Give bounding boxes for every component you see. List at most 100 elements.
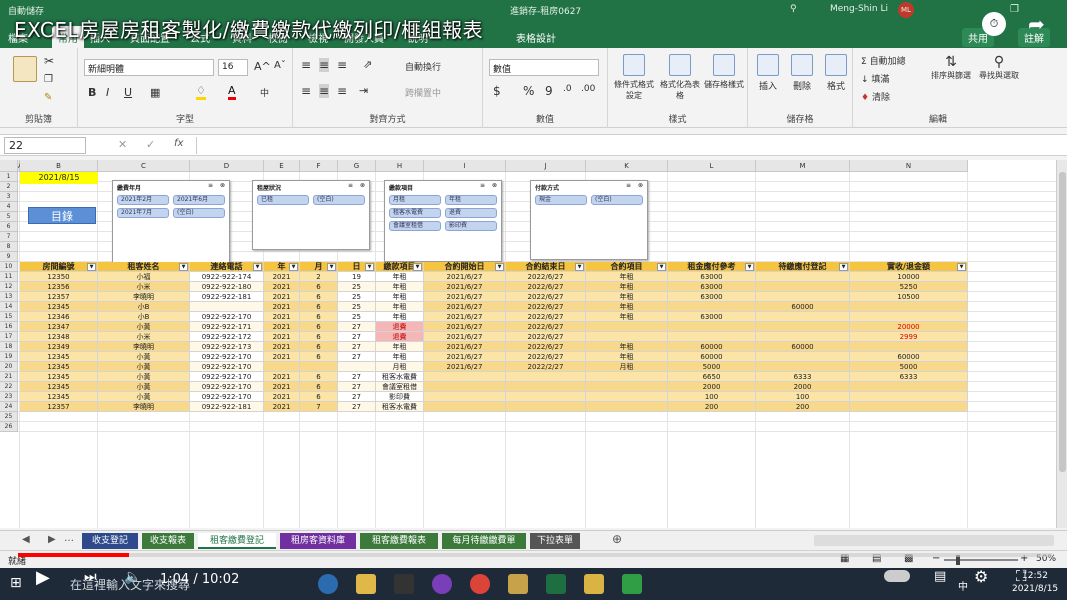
table-cell[interactable]: 小黃 bbox=[98, 362, 190, 372]
table-cell[interactable]: 0922-922-170 bbox=[190, 382, 264, 392]
table-cell[interactable]: 2021 bbox=[264, 372, 300, 382]
table-cell[interactable]: 2021/6/27 bbox=[424, 292, 506, 302]
column-header[interactable]: C bbox=[98, 160, 190, 172]
table-cell[interactable]: 6 bbox=[300, 322, 338, 332]
table-cell[interactable]: 5250 bbox=[850, 282, 968, 292]
vertical-scroll-thumb[interactable] bbox=[1059, 172, 1066, 472]
currency-button[interactable]: $ bbox=[493, 84, 501, 98]
table-cell[interactable]: 2021 bbox=[264, 302, 300, 312]
copy-icon[interactable]: ❐ bbox=[44, 74, 53, 85]
table-cell[interactable]: 租客水電費 bbox=[376, 402, 424, 412]
sheet-tab[interactable]: 每月待繳繳費單 bbox=[442, 533, 526, 549]
table-cell[interactable]: 租客水電費 bbox=[376, 372, 424, 382]
table-cell[interactable]: 李曉明 bbox=[98, 402, 190, 412]
table-header-cell[interactable]: 待繳應付登記 bbox=[756, 262, 850, 272]
cell-styles-button[interactable]: 儲存格樣式 bbox=[702, 54, 746, 90]
slicer-item[interactable]: 退費 bbox=[445, 208, 497, 218]
table-cell[interactable]: 63000 bbox=[668, 282, 756, 292]
table-cell[interactable]: 小B bbox=[98, 302, 190, 312]
table-cell[interactable]: 2 bbox=[300, 272, 338, 282]
table-cell[interactable]: 2021 bbox=[264, 272, 300, 282]
percent-button[interactable]: % bbox=[523, 84, 534, 98]
table-cell[interactable]: 2021 bbox=[264, 342, 300, 352]
table-cell[interactable]: 0922-922-181 bbox=[190, 402, 264, 412]
filter-dropdown-icon[interactable]: ▼ bbox=[327, 263, 336, 271]
table-cell[interactable]: 2022/2/27 bbox=[506, 362, 586, 372]
insert-button[interactable]: 插入 bbox=[752, 54, 784, 92]
table-cell[interactable] bbox=[668, 302, 756, 312]
volume-icon[interactable]: 🔈 bbox=[124, 569, 141, 585]
table-cell[interactable]: 7 bbox=[300, 402, 338, 412]
table-cell[interactable]: 6 bbox=[300, 342, 338, 352]
table-cell[interactable]: 100 bbox=[668, 392, 756, 402]
slicer-panel[interactable]: 付款方式 ≡ ⊗ 現金 (空白) bbox=[530, 180, 648, 260]
table-cell[interactable] bbox=[850, 342, 968, 352]
table-cell[interactable]: 6 bbox=[300, 372, 338, 382]
table-cell[interactable]: 年租 bbox=[376, 272, 424, 282]
row-header[interactable]: 12 bbox=[0, 282, 18, 292]
table-cell[interactable]: 年租 bbox=[586, 292, 668, 302]
slicer-item[interactable]: (空白) bbox=[591, 195, 643, 205]
font-name-select[interactable]: 新細明體 bbox=[84, 59, 214, 76]
table-cell[interactable] bbox=[424, 392, 506, 402]
name-box[interactable]: 22 bbox=[4, 137, 86, 154]
table-cell[interactable]: 2022/6/27 bbox=[506, 282, 586, 292]
table-cell[interactable]: 200 bbox=[756, 402, 850, 412]
cancel-icon[interactable]: ✕ bbox=[118, 138, 127, 151]
row-header[interactable]: 11 bbox=[0, 272, 18, 282]
date-cell[interactable]: 2021/8/15 bbox=[20, 172, 98, 184]
column-header[interactable]: I bbox=[424, 160, 506, 172]
table-cell[interactable]: 小黃 bbox=[98, 382, 190, 392]
table-cell[interactable]: 2021 bbox=[264, 382, 300, 392]
table-cell[interactable]: 月租 bbox=[376, 362, 424, 372]
table-cell[interactable]: 6 bbox=[300, 302, 338, 312]
row-header[interactable]: 16 bbox=[0, 322, 18, 332]
table-cell[interactable]: 25 bbox=[338, 312, 376, 322]
enter-icon[interactable]: ✓ bbox=[146, 138, 155, 151]
column-header[interactable]: M bbox=[756, 160, 850, 172]
row-header[interactable]: 2 bbox=[0, 182, 18, 192]
align-top-icon[interactable]: ≡ bbox=[301, 58, 311, 72]
sheet-tab[interactable]: 租房客資料庫 bbox=[280, 533, 356, 549]
next-sheet-icon[interactable]: ▶ bbox=[48, 534, 56, 545]
table-cell[interactable]: 2000 bbox=[756, 382, 850, 392]
table-cell[interactable]: 12345 bbox=[20, 392, 98, 402]
play-icon[interactable]: ▶ bbox=[36, 567, 50, 588]
formula-input[interactable] bbox=[196, 137, 1056, 154]
vertical-scrollbar[interactable] bbox=[1056, 160, 1067, 528]
table-cell[interactable]: 2022/6/27 bbox=[506, 272, 586, 282]
table-cell[interactable]: 2022/6/27 bbox=[506, 302, 586, 312]
row-header[interactable]: 19 bbox=[0, 352, 18, 362]
table-cell[interactable]: 李曉明 bbox=[98, 342, 190, 352]
conditional-format-button[interactable]: 條件式格式設定 bbox=[612, 54, 656, 101]
table-cell[interactable]: 會議室租借 bbox=[376, 382, 424, 392]
paste-button[interactable] bbox=[10, 56, 40, 85]
font-size-select[interactable]: 16 bbox=[218, 59, 248, 76]
table-cell[interactable] bbox=[756, 272, 850, 282]
table-cell[interactable]: 2022/6/27 bbox=[506, 322, 586, 332]
cut-icon[interactable]: ✂ bbox=[44, 54, 54, 68]
clear-filter-icon[interactable]: ⊗ bbox=[360, 182, 365, 189]
decrease-decimal-icon[interactable]: .00 bbox=[581, 84, 595, 94]
table-cell[interactable]: 年租 bbox=[586, 302, 668, 312]
table-cell[interactable]: 年租 bbox=[376, 302, 424, 312]
table-cell[interactable]: 2021/6/27 bbox=[424, 342, 506, 352]
table-cell[interactable]: 小黃 bbox=[98, 352, 190, 362]
worksheet-grid[interactable]: ABCDEFGHIJKLMN12345678910111213141516171… bbox=[0, 160, 1056, 528]
table-cell[interactable] bbox=[586, 382, 668, 392]
slicer-panel[interactable]: 租屋狀況 ≡ ⊗ 已租 (空白) bbox=[252, 180, 370, 250]
table-cell[interactable] bbox=[850, 392, 968, 402]
table-cell[interactable]: 6 bbox=[300, 312, 338, 322]
column-header[interactable]: N bbox=[850, 160, 968, 172]
table-cell[interactable]: 6650 bbox=[668, 372, 756, 382]
table-cell[interactable]: 小米 bbox=[98, 282, 190, 292]
wrap-text-button[interactable]: 自動換行 bbox=[405, 60, 441, 73]
shrink-font-button[interactable]: Aˇ bbox=[274, 60, 286, 71]
row-header[interactable]: 14 bbox=[0, 302, 18, 312]
column-header[interactable]: H bbox=[376, 160, 424, 172]
table-cell[interactable]: 60000 bbox=[756, 342, 850, 352]
table-cell[interactable]: 12345 bbox=[20, 382, 98, 392]
border-icon[interactable]: ▦ bbox=[150, 86, 160, 99]
row-header[interactable]: 25 bbox=[0, 412, 18, 422]
bold-button[interactable]: B bbox=[88, 86, 96, 99]
